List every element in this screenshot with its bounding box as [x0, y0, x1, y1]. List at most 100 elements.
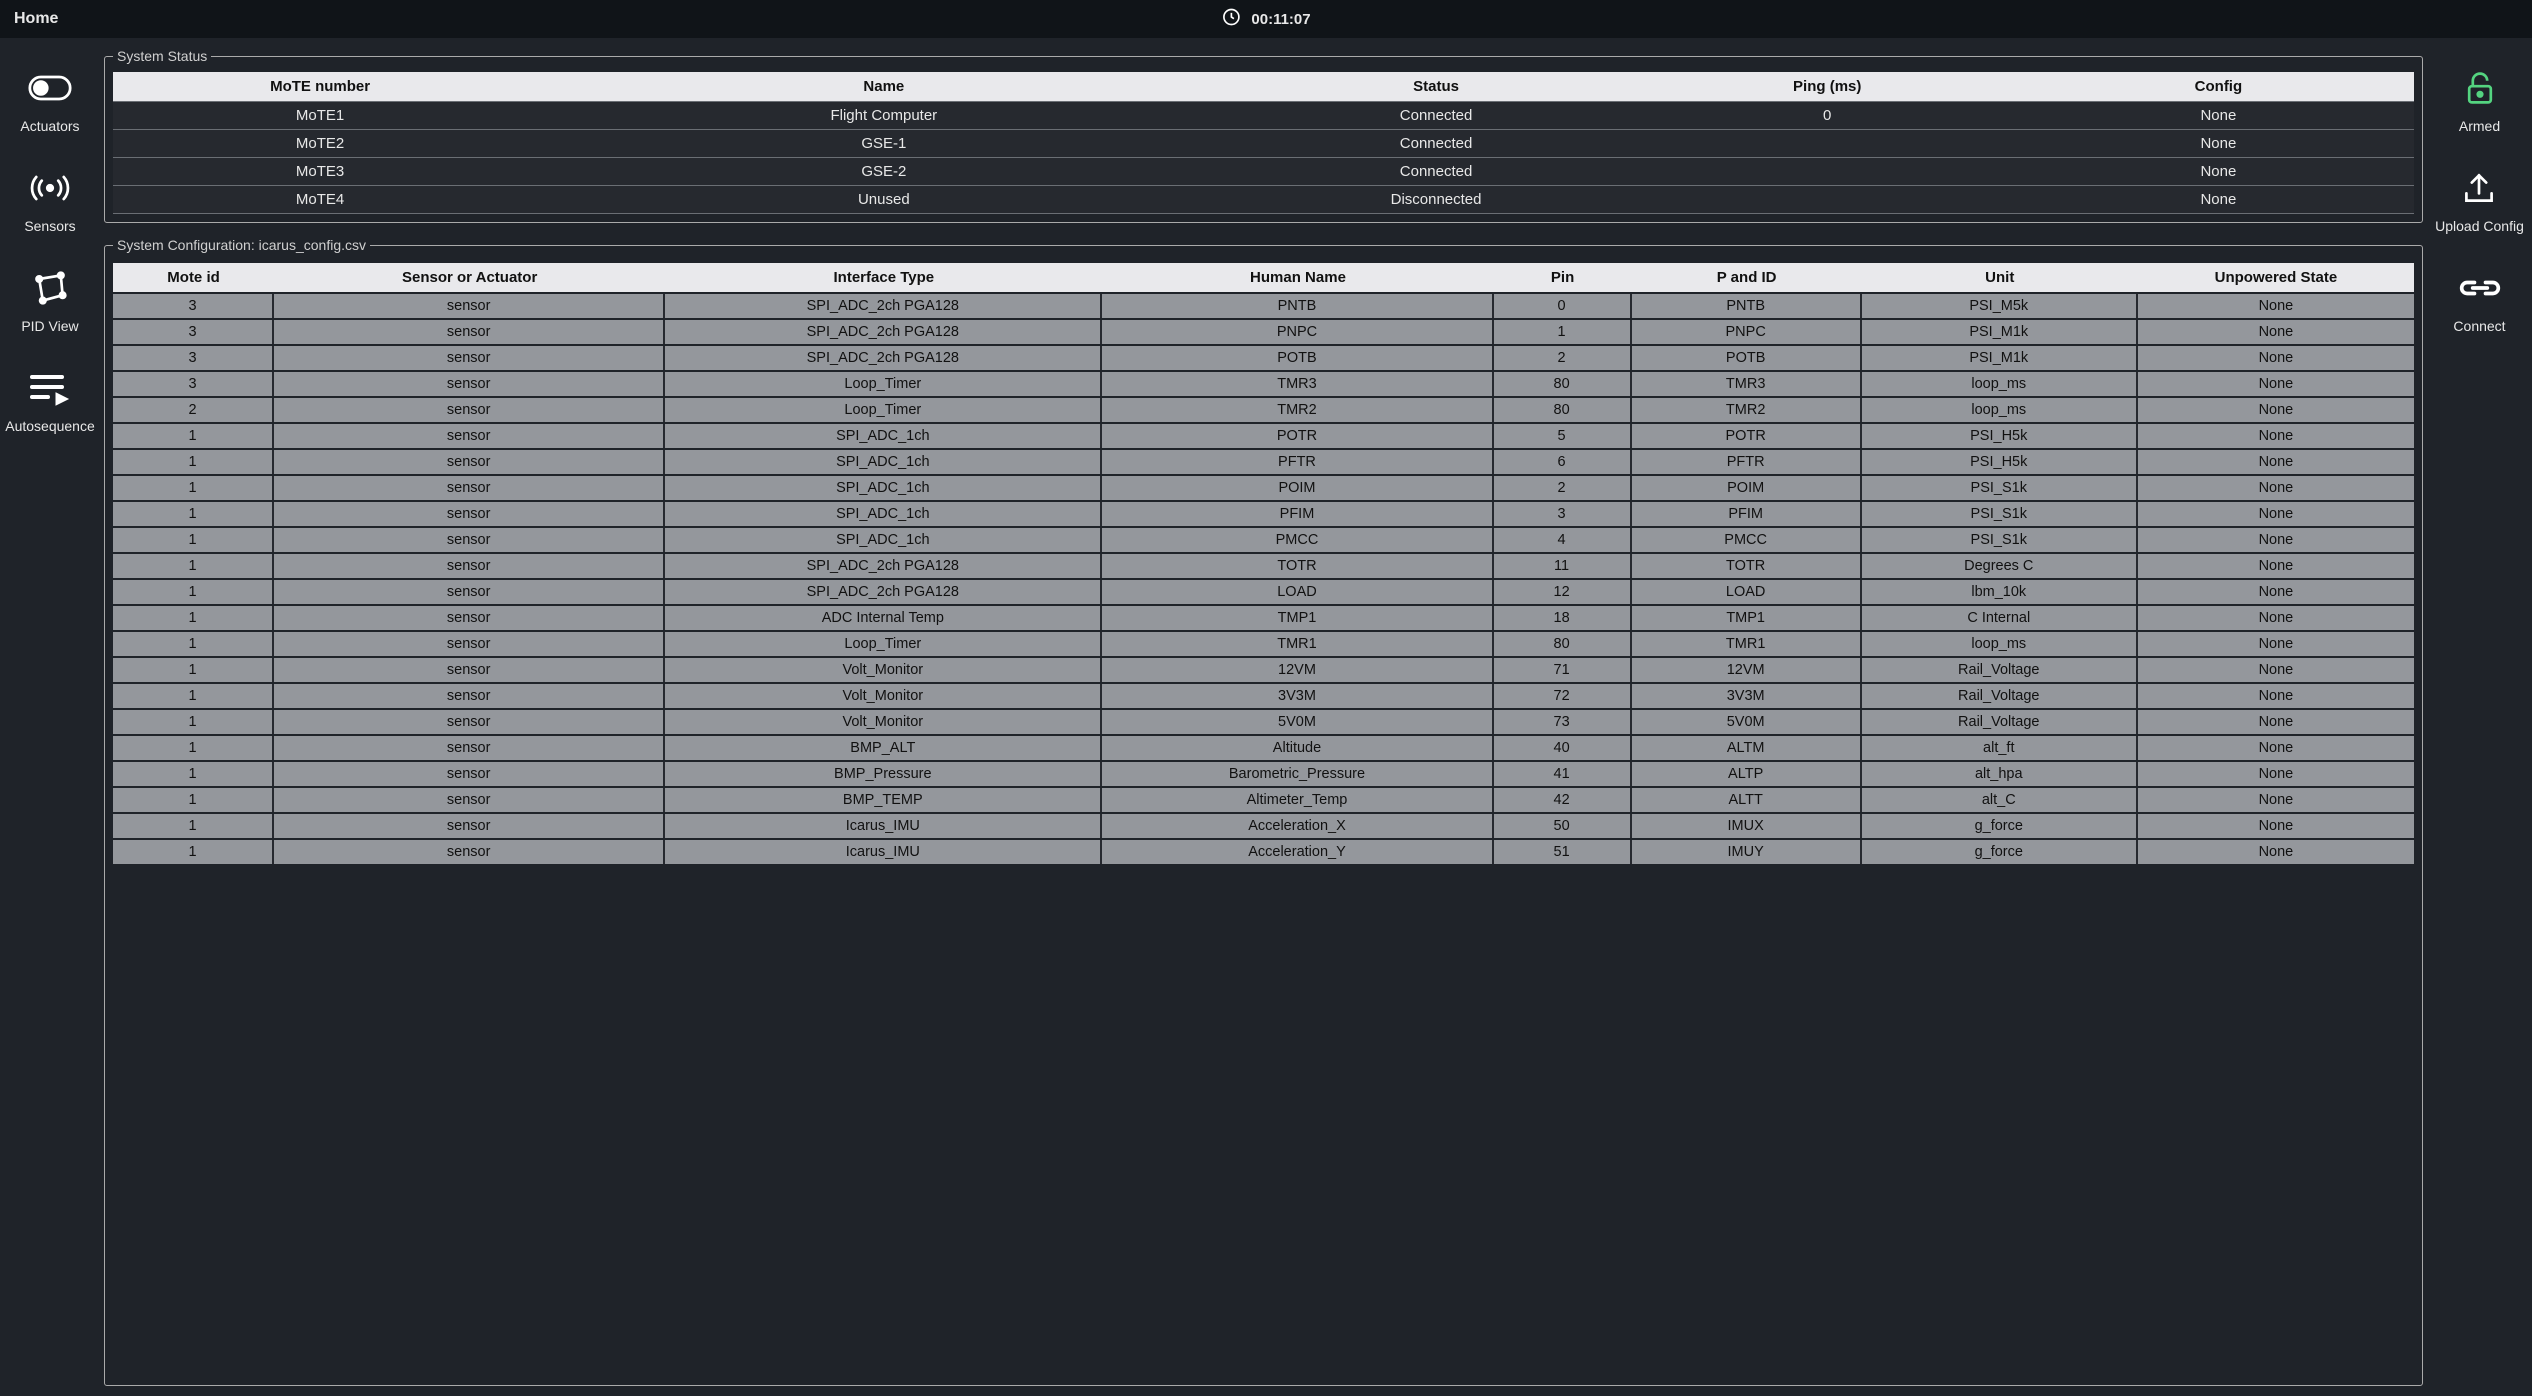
cfg-cell-human: POTB	[1102, 346, 1493, 370]
cfg-cell-pid: TMP1	[1632, 606, 1862, 630]
cfg-cell-pin: 18	[1494, 606, 1632, 630]
cfg-cell-pin: 4	[1494, 528, 1632, 552]
cfg-cell-iface: Loop_Timer	[665, 632, 1102, 656]
cfg-cell-kind: sensor	[274, 398, 665, 422]
cfg-cell-iface: Loop_Timer	[665, 372, 1102, 396]
cfg-col-header: Sensor or Actuator	[274, 263, 665, 292]
sidebar-item-pid-view[interactable]: PID View	[21, 268, 78, 334]
upload-icon	[2454, 168, 2504, 208]
cfg-cell-kind: sensor	[274, 606, 665, 630]
cfg-cell-unpow: None	[2138, 580, 2414, 604]
cfg-cell-unpow: None	[2138, 684, 2414, 708]
cfg-row: 1sensorADC Internal TempTMP118TMP1C Inte…	[113, 606, 2414, 630]
cfg-cell-pid: ALTM	[1632, 736, 1862, 760]
cfg-col-header: Unpowered State	[2138, 263, 2414, 292]
cfg-row: 1sensorSPI_ADC_1chPOTR5POTRPSI_H5kNone	[113, 424, 2414, 448]
system-config-panel: System Configuration: icarus_config.csv …	[104, 237, 2423, 1386]
playlist-icon	[25, 368, 75, 408]
cfg-cell-iface: Icarus_IMU	[665, 814, 1102, 838]
sidebar-item-autosequence[interactable]: Autosequence	[5, 368, 95, 434]
cfg-cell-pin: 72	[1494, 684, 1632, 708]
cfg-cell-pid: POIM	[1632, 476, 1862, 500]
cfg-row: 3sensorSPI_ADC_2ch PGA128PNPC1PNPCPSI_M1…	[113, 320, 2414, 344]
sidebar-item-label: Upload Config	[2435, 218, 2524, 234]
cfg-cell-mote: 1	[113, 814, 274, 838]
cfg-cell-unpow: None	[2138, 632, 2414, 656]
cfg-cell-kind: sensor	[274, 476, 665, 500]
cfg-cell-unpow: None	[2138, 710, 2414, 734]
cfg-cell-human: POTR	[1102, 424, 1493, 448]
sidebar-item-connect[interactable]: Connect	[2453, 268, 2505, 334]
cfg-cell-unpow: None	[2138, 554, 2414, 578]
cfg-cell-pid: ALTP	[1632, 762, 1862, 786]
cfg-cell-unit: alt_ft	[1862, 736, 2138, 760]
cfg-cell-pid: LOAD	[1632, 580, 1862, 604]
sidebar-item-actuators[interactable]: Actuators	[20, 68, 79, 134]
cfg-cell-mote: 1	[113, 840, 274, 864]
cfg-cell-pin: 40	[1494, 736, 1632, 760]
cfg-row: 1sensorSPI_ADC_1chPFIM3PFIMPSI_S1kNone	[113, 502, 2414, 526]
sys-cell-name: GSE-1	[527, 130, 1240, 158]
cfg-cell-mote: 1	[113, 762, 274, 786]
cfg-cell-iface: BMP_TEMP	[665, 788, 1102, 812]
cfg-cell-kind: sensor	[274, 710, 665, 734]
cfg-cell-unit: PSI_S1k	[1862, 476, 2138, 500]
cfg-cell-unit: g_force	[1862, 814, 2138, 838]
cfg-cell-unpow: None	[2138, 320, 2414, 344]
sys-cell-mote: MoTE2	[113, 130, 527, 158]
cfg-row: 1sensorIcarus_IMUAcceleration_Y51IMUYg_f…	[113, 840, 2414, 864]
cfg-col-header: Unit	[1862, 263, 2138, 292]
cfg-cell-iface: SPI_ADC_2ch PGA128	[665, 294, 1102, 318]
cfg-cell-mote: 1	[113, 788, 274, 812]
cfg-cell-unit: g_force	[1862, 840, 2138, 864]
cfg-cell-mote: 1	[113, 632, 274, 656]
cfg-cell-iface: Volt_Monitor	[665, 684, 1102, 708]
cfg-cell-unpow: None	[2138, 294, 2414, 318]
cfg-cell-unpow: None	[2138, 658, 2414, 682]
cfg-col-header: P and ID	[1632, 263, 1862, 292]
cfg-cell-unit: PSI_S1k	[1862, 528, 2138, 552]
cfg-cell-unpow: None	[2138, 788, 2414, 812]
cfg-row: 3sensorLoop_TimerTMR380TMR3loop_msNone	[113, 372, 2414, 396]
cfg-cell-pin: 3	[1494, 502, 1632, 526]
cfg-cell-unit: PSI_H5k	[1862, 424, 2138, 448]
topbar: Home 00:11:07	[0, 0, 2532, 38]
sys-col-header: Name	[527, 72, 1240, 102]
cfg-cell-human: 12VM	[1102, 658, 1493, 682]
sys-cell-status: Connected	[1240, 102, 1631, 130]
home-link[interactable]: Home	[14, 10, 58, 28]
sidebar-item-upload-config[interactable]: Upload Config	[2435, 168, 2524, 234]
sys-col-header: Ping (ms)	[1632, 72, 2023, 102]
cfg-cell-unpow: None	[2138, 424, 2414, 448]
cfg-cell-pid: TMR3	[1632, 372, 1862, 396]
cfg-cell-kind: sensor	[274, 424, 665, 448]
cfg-cell-unpow: None	[2138, 814, 2414, 838]
cfg-cell-human: TMR2	[1102, 398, 1493, 422]
cfg-cell-iface: SPI_ADC_2ch PGA128	[665, 320, 1102, 344]
main-content: System Status MoTE numberNameStatusPing …	[100, 38, 2427, 1396]
cfg-cell-kind: sensor	[274, 502, 665, 526]
cfg-cell-kind: sensor	[274, 528, 665, 552]
cfg-cell-mote: 1	[113, 528, 274, 552]
cfg-cell-unpow: None	[2138, 762, 2414, 786]
sidebar-item-armed[interactable]: Armed	[2455, 68, 2505, 134]
cfg-cell-kind: sensor	[274, 580, 665, 604]
cfg-cell-mote: 2	[113, 398, 274, 422]
cfg-cell-pid: PFTR	[1632, 450, 1862, 474]
cfg-row: 1sensorBMP_TEMPAltimeter_Temp42ALTTalt_C…	[113, 788, 2414, 812]
sys-cell-config: None	[2023, 158, 2414, 186]
cfg-cell-kind: sensor	[274, 372, 665, 396]
cfg-cell-human: TMR1	[1102, 632, 1493, 656]
cfg-cell-unit: lbm_10k	[1862, 580, 2138, 604]
cfg-cell-pin: 11	[1494, 554, 1632, 578]
cfg-cell-pin: 5	[1494, 424, 1632, 448]
cfg-cell-human: TMR3	[1102, 372, 1493, 396]
cfg-cell-unit: Rail_Voltage	[1862, 684, 2138, 708]
sidebar-item-sensors[interactable]: Sensors	[24, 168, 75, 234]
cfg-row: 1sensorSPI_ADC_2ch PGA128TOTR11TOTRDegre…	[113, 554, 2414, 578]
cfg-cell-kind: sensor	[274, 814, 665, 838]
cfg-cell-iface: SPI_ADC_2ch PGA128	[665, 346, 1102, 370]
cfg-cell-unit: PSI_M1k	[1862, 320, 2138, 344]
cfg-cell-unpow: None	[2138, 372, 2414, 396]
sys-cell-config: None	[2023, 102, 2414, 130]
